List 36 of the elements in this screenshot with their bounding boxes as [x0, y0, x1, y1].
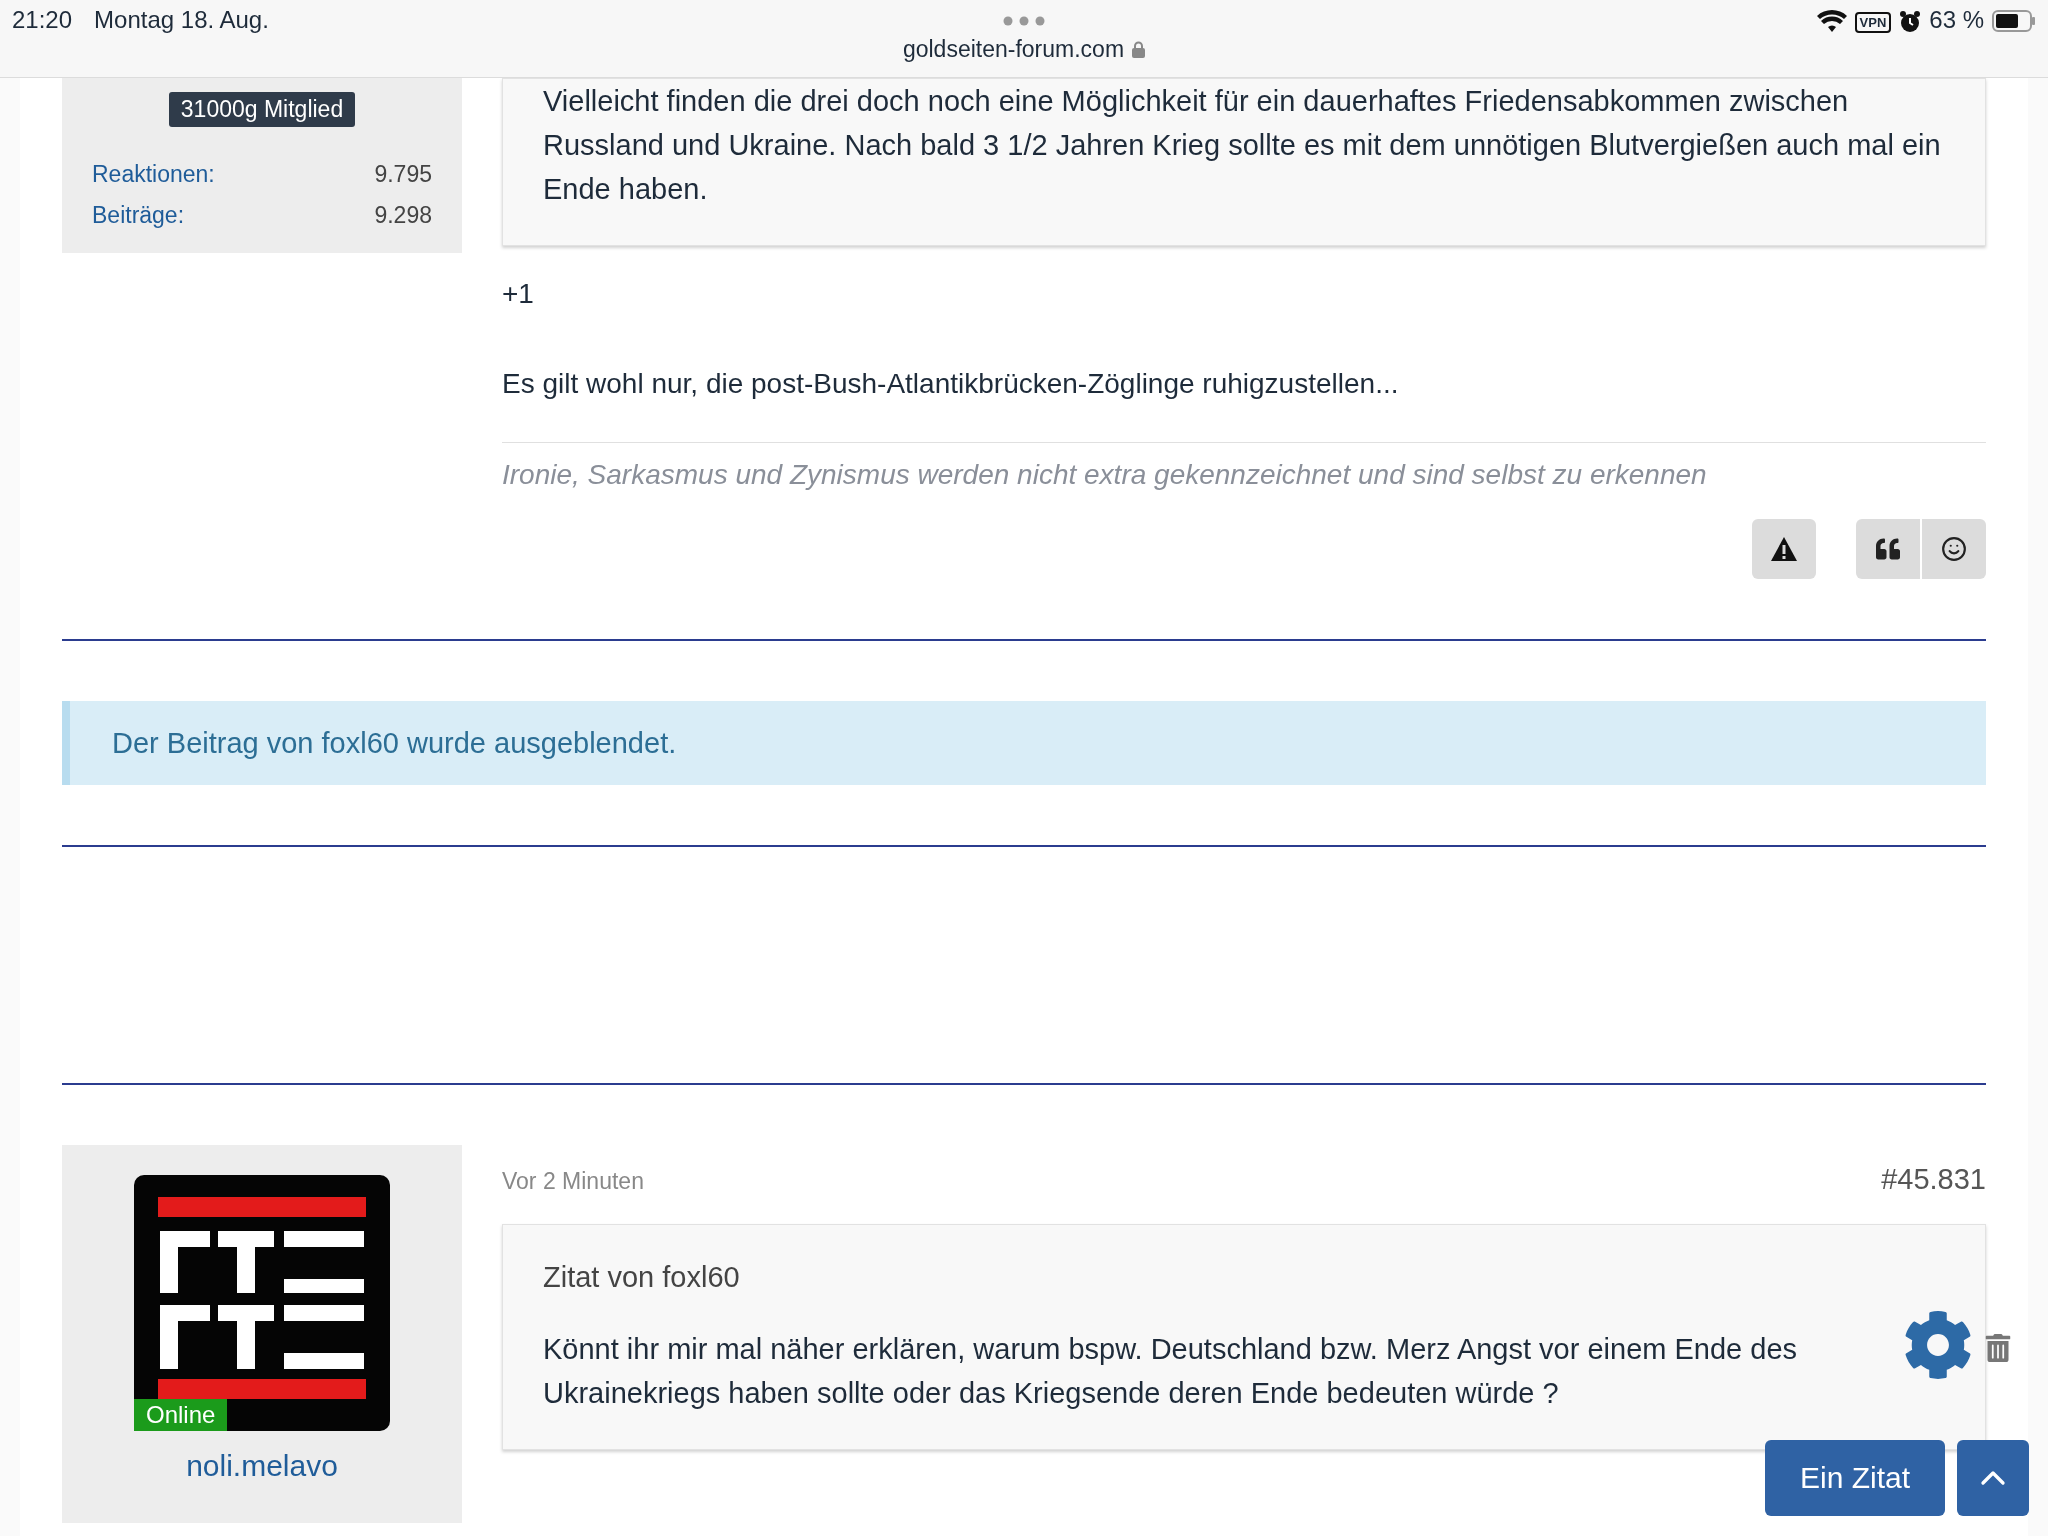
- scroll-top-button[interactable]: [1957, 1440, 2029, 1516]
- signature: Ironie, Sarkasmus und Zynismus werden nicht extra gekennzeichnet und sind selbst zu erkennen: [502, 458, 1708, 492]
- post-time: Vor 2 Minuten: [502, 1168, 644, 1195]
- warning-icon: [1770, 536, 1798, 562]
- reaction-button[interactable]: [1922, 519, 1986, 579]
- alarm-icon: [1899, 10, 1922, 34]
- post-text: +1: [502, 277, 535, 311]
- post-number[interactable]: #45.831: [1881, 1163, 1986, 1196]
- quote-button[interactable]: [1856, 519, 1920, 579]
- quote-text: Könnt ihr mir mal näher erklären, warum bspw. Deutschland bzw. Merz Angst vor einem Ende des Ukrainekriegs haben sollte oder das Kriegsende deren Ende bedeuten würde ?: [543, 1332, 1799, 1411]
- hidden-post-notice: Der Beitrag von foxl60 wurde ausgeblendet.: [62, 701, 1986, 785]
- battery-percent: 63 %: [1929, 6, 1984, 34]
- post-text: Es gilt wohl nur, die post-Bush-Atlantikbrücken-Zöglinge ruhigzustellen...: [502, 367, 1400, 401]
- wifi-icon: [1816, 10, 1847, 34]
- stat-label: Reaktionen:: [92, 161, 215, 188]
- online-badge: Online: [134, 1399, 228, 1431]
- quote-icon: [1876, 537, 1900, 561]
- more-icon[interactable]: [1002, 16, 1046, 26]
- lock-icon: [1132, 41, 1146, 58]
- trash-icon[interactable]: [1984, 1334, 2012, 1362]
- battery-icon: [1992, 10, 2036, 32]
- status-date: Montag 18. Aug.: [94, 6, 269, 34]
- user-rank-badge: 31000g Mitglied: [168, 92, 356, 127]
- smiley-icon: [1941, 536, 1967, 562]
- stat-value: 9.298: [374, 202, 432, 229]
- quote-insert-button[interactable]: Ein Zitat: [1765, 1440, 1945, 1516]
- stat-value: 9.795: [374, 161, 432, 188]
- status-time: 21:20: [12, 6, 73, 34]
- quote-author: Zitat von foxl60: [543, 1260, 741, 1295]
- settings-icon[interactable]: [1903, 1310, 1973, 1380]
- stat-label: Beiträge:: [92, 202, 185, 229]
- username-link[interactable]: noli.melavo: [186, 1449, 338, 1483]
- address-bar[interactable]: goldseiten-forum.com: [902, 36, 1146, 63]
- report-button[interactable]: [1752, 519, 1816, 579]
- vpn-indicator: VPN: [1854, 12, 1892, 33]
- quote-text: Vielleicht finden die drei doch noch eine Möglichkeit für ein dauerhaftes Friedensabkommen zwischen Russland und Ukraine. Nach bald 3 1/2 Jahren Krieg sollte es mit dem unnötigen Blutvergießen auch mal ein Ende haben.: [502, 78, 1986, 246]
